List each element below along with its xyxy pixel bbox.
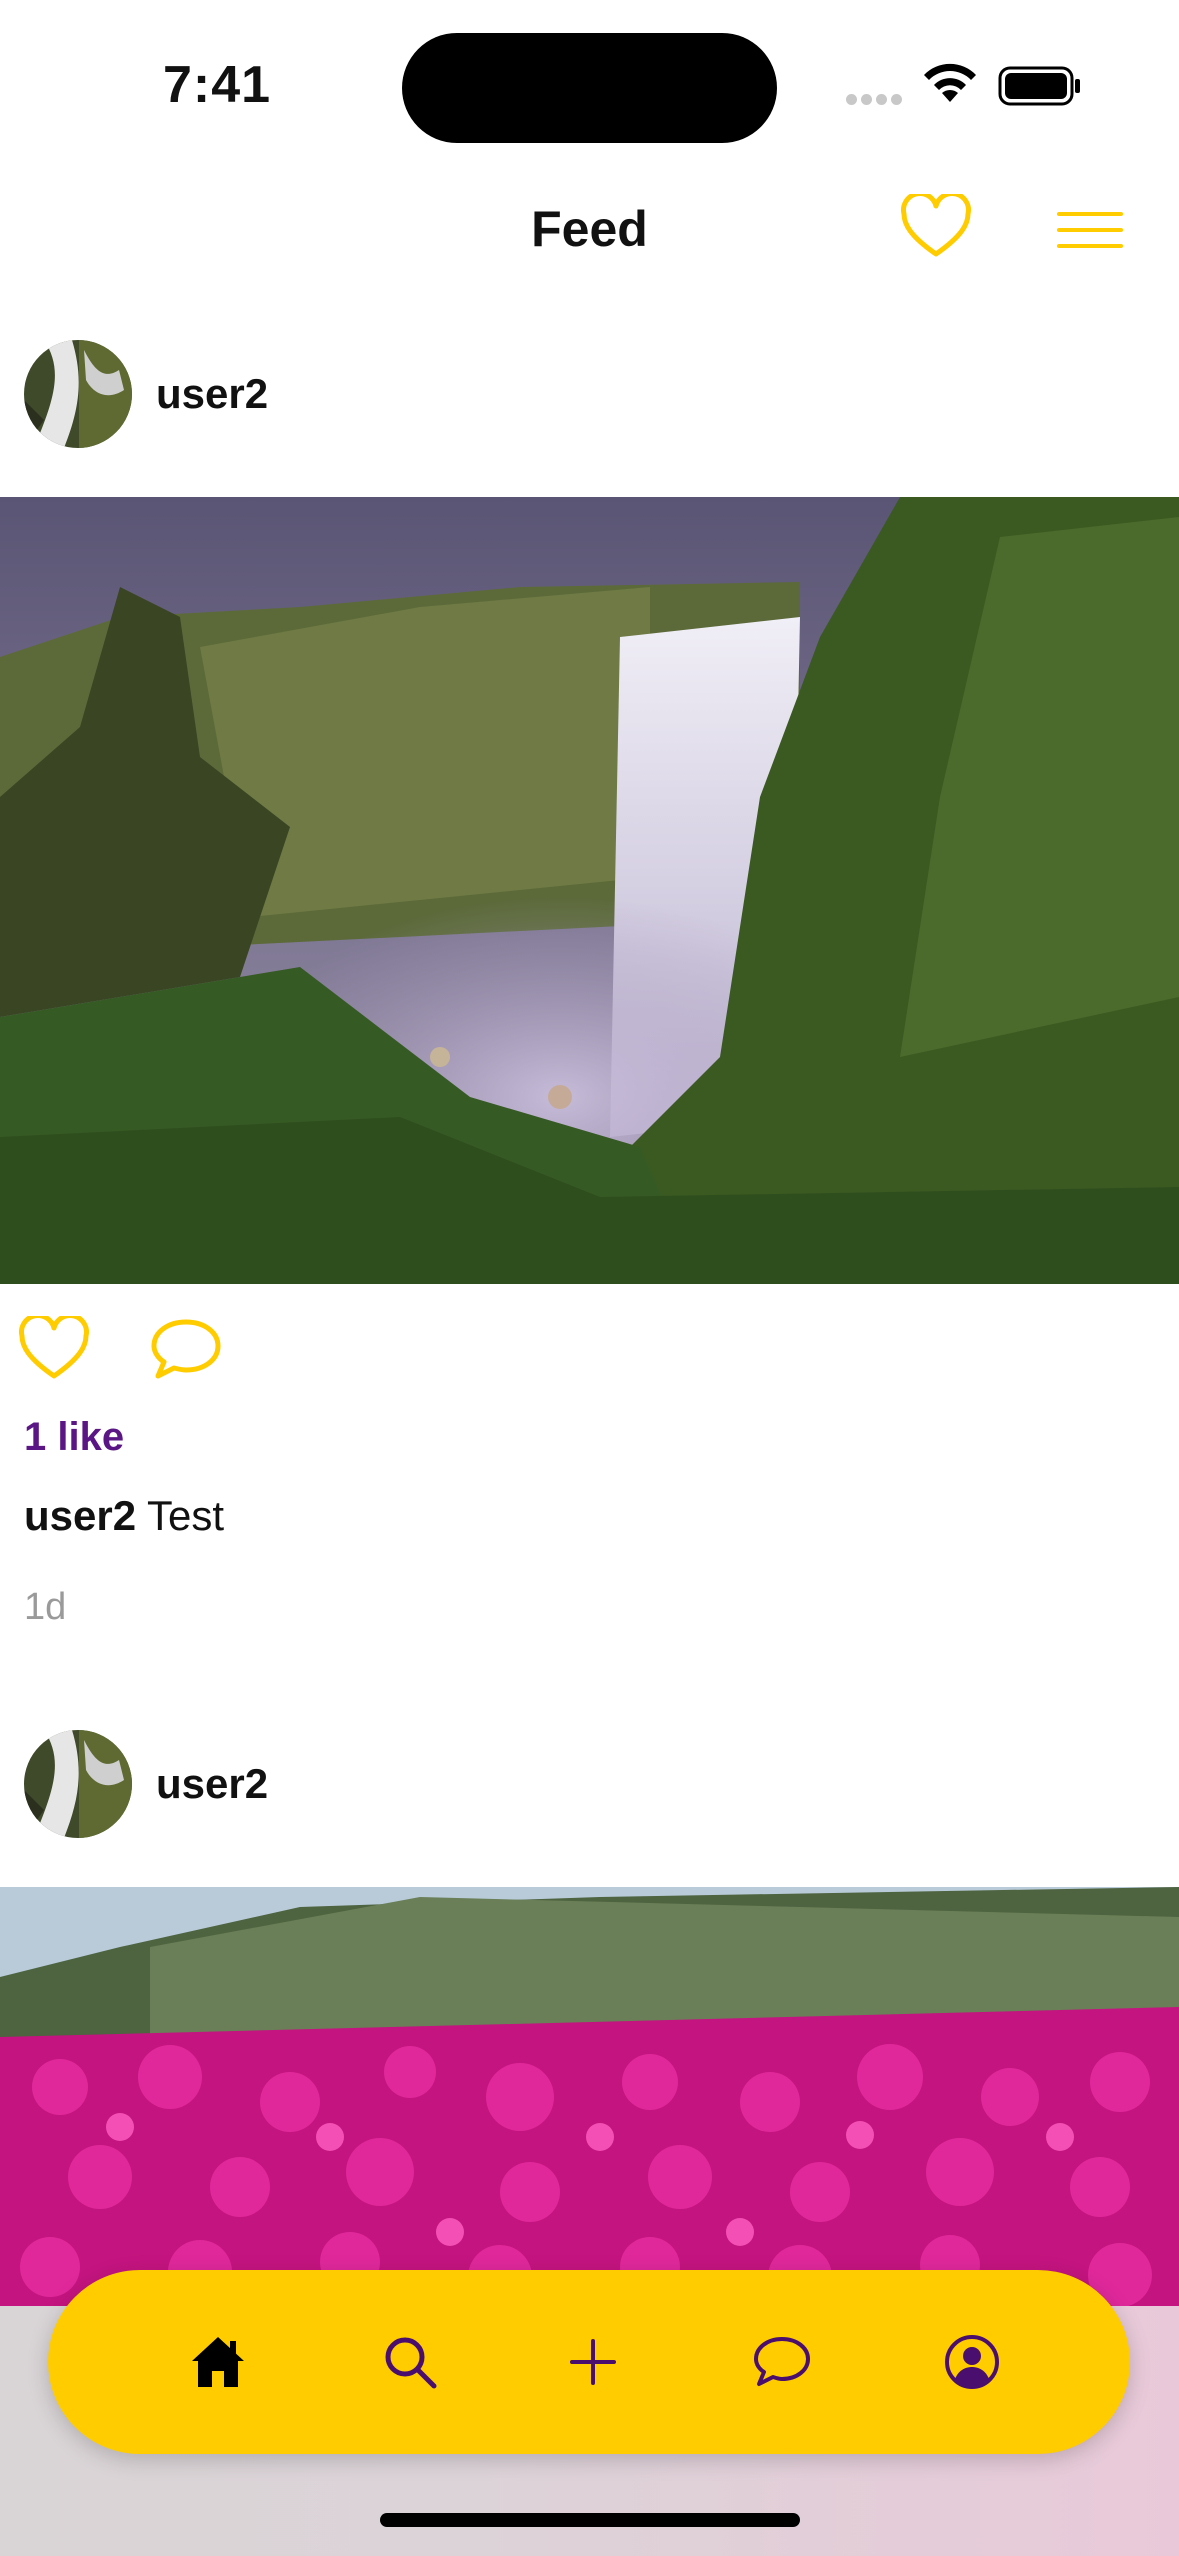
post-image-flowers[interactable] — [0, 1887, 1179, 2307]
menu-icon[interactable] — [1055, 210, 1125, 250]
tab-messages[interactable] — [742, 2322, 822, 2402]
status-bar: 7:41 — [0, 0, 1179, 170]
chat-bubble-icon — [754, 2337, 810, 2386]
tab-bar — [48, 2270, 1130, 2454]
post-timestamp: 1d — [24, 1586, 67, 1628]
tab-create[interactable] — [553, 2322, 633, 2402]
post-username[interactable]: user2 — [156, 370, 268, 418]
battery-icon — [998, 66, 1080, 106]
page-title: Feed — [531, 201, 648, 257]
post-header[interactable]: user2 — [0, 1730, 1179, 1850]
post-caption: user2 Test — [24, 1492, 224, 1540]
post-image-waterfall[interactable] — [0, 497, 1179, 1284]
heart-icon[interactable] — [900, 194, 972, 260]
nav-header: Feed — [0, 170, 1179, 290]
avatar[interactable] — [24, 1730, 132, 1838]
dynamic-island — [402, 33, 777, 143]
post-header[interactable]: user2 — [0, 340, 1179, 460]
tab-search[interactable] — [370, 2322, 450, 2402]
profile-icon — [945, 2335, 999, 2389]
home-indicator — [380, 2513, 800, 2527]
home-icon — [192, 2337, 244, 2387]
post-username[interactable]: user2 — [156, 1760, 268, 1808]
wifi-icon — [924, 63, 976, 102]
plus-icon — [570, 2339, 616, 2385]
comment-icon[interactable] — [150, 1316, 222, 1382]
like-heart-icon[interactable] — [18, 1316, 90, 1382]
likes-count[interactable]: 1 like — [24, 1415, 124, 1460]
cellular-signal-icon — [846, 92, 906, 110]
avatar[interactable] — [24, 340, 132, 448]
caption-text: Test — [147, 1492, 225, 1539]
status-time: 7:41 — [163, 56, 272, 114]
caption-username[interactable]: user2 — [24, 1492, 136, 1539]
post-actions — [0, 1316, 400, 1396]
tab-home[interactable] — [178, 2322, 258, 2402]
tab-profile[interactable] — [932, 2322, 1012, 2402]
search-icon — [385, 2337, 437, 2389]
